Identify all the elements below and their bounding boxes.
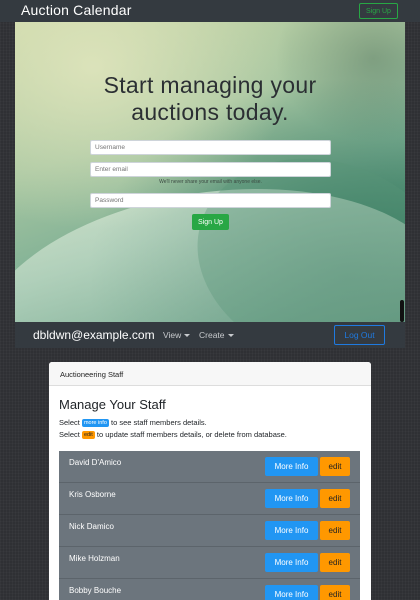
staff-name: Mike Holzman <box>69 554 120 563</box>
instruction-text: to see staff members details. <box>110 418 207 427</box>
brand-title[interactable]: Auction Calendar <box>21 2 132 18</box>
staff-name: Nick Damico <box>69 522 114 531</box>
chevron-down-icon <box>184 334 191 338</box>
staff-row: Kris Osborne More Info edit <box>59 483 360 515</box>
staff-row: Nick Damico More Info edit <box>59 515 360 547</box>
edit-button[interactable]: edit <box>320 585 350 600</box>
staff-row: David D'Amico More Info edit <box>59 451 360 483</box>
top-navbar: Auction Calendar Sign Up <box>0 0 420 22</box>
chevron-down-icon <box>227 334 234 338</box>
more-info-button[interactable]: More Info <box>265 457 318 476</box>
instruction-text: Select <box>59 418 80 427</box>
edit-button[interactable]: edit <box>320 521 350 540</box>
staff-name: David D'Amico <box>69 458 122 467</box>
edit-chip: edit <box>81 431 95 439</box>
staff-name: Bobby Bouche <box>69 586 122 595</box>
card-header: Auctioneering Staff <box>49 362 371 386</box>
hero-title: Start managing your auctions today. <box>15 72 405 126</box>
edit-button[interactable]: edit <box>320 553 350 572</box>
more-info-button[interactable]: More Info <box>265 489 318 508</box>
staff-row: Mike Holzman More Info edit <box>59 547 360 579</box>
more-info-button[interactable]: More Info <box>265 521 318 540</box>
instruction-more-info: Select more info to see staff members de… <box>59 418 207 427</box>
hero-section: Start managing your auctions today. We'l… <box>15 22 405 322</box>
top-signup-button[interactable]: Sign Up <box>359 3 398 19</box>
edit-button[interactable]: edit <box>320 457 350 476</box>
more-info-button[interactable]: More Info <box>265 585 318 600</box>
instruction-text: Select <box>59 430 80 439</box>
user-navbar: dbldwn@example.com View Create Log Out <box>15 322 405 348</box>
more-info-button[interactable]: More Info <box>265 553 318 572</box>
instruction-text: to update staff members details, or dele… <box>96 430 287 439</box>
more-info-chip: more info <box>81 419 109 427</box>
hero-signup-button[interactable]: Sign Up <box>192 214 229 230</box>
staff-list: David D'Amico More Info edit Kris Osborn… <box>59 451 360 600</box>
create-dropdown[interactable]: Create <box>199 330 234 340</box>
staff-row: Bobby Bouche More Info edit <box>59 579 360 600</box>
user-email: dbldwn@example.com <box>33 328 155 342</box>
scrollbar-thumb[interactable] <box>400 300 404 322</box>
view-dropdown[interactable]: View <box>163 330 191 340</box>
instruction-edit: Select edit to update staff members deta… <box>59 430 287 439</box>
view-dropdown-label: View <box>163 330 182 340</box>
edit-button[interactable]: edit <box>320 489 350 508</box>
hero-title-line1: Start managing your <box>103 72 317 98</box>
email-input[interactable] <box>90 162 331 177</box>
password-input[interactable] <box>90 193 331 208</box>
staff-card: Auctioneering Staff Manage Your Staff Se… <box>49 362 371 600</box>
staff-name: Kris Osborne <box>69 490 116 499</box>
email-hint: We'll never share your email with anyone… <box>159 179 262 185</box>
username-input[interactable] <box>90 140 331 155</box>
hero-title-line2: auctions today. <box>131 99 289 125</box>
card-title: Manage Your Staff <box>59 397 166 412</box>
create-dropdown-label: Create <box>199 330 225 340</box>
logout-button[interactable]: Log Out <box>334 325 385 345</box>
